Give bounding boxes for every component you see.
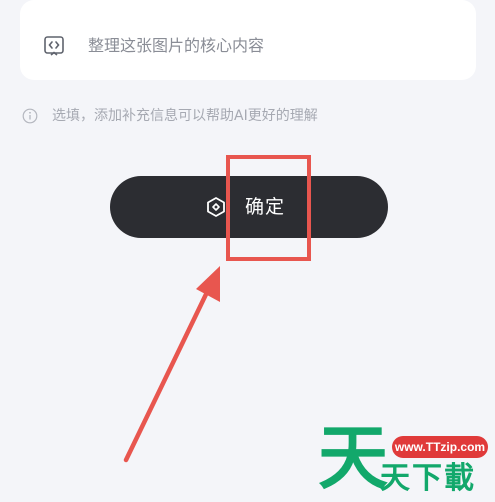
watermark-logo: 天 www.TTzip.com 天下載 [318,418,490,498]
info-circle-icon [22,108,38,124]
watermark-sub-text: 天下載 [380,461,476,496]
prompt-card[interactable]: 整理这张图片的核心内容 [20,0,476,80]
hint-row: 选填，添加补充信息可以帮助AI更好的理解 [22,105,318,127]
watermark-url-badge: www.TTzip.com [392,436,488,458]
code-bracket-icon [42,34,66,58]
watermark-big-char: 天 [318,417,388,499]
hint-text: 选填，添加补充信息可以帮助AI更好的理解 [52,108,318,124]
highlight-box [226,155,311,261]
prompt-text: 整理这张图片的核心内容 [88,36,265,55]
ai-sparkle-icon [205,196,227,218]
